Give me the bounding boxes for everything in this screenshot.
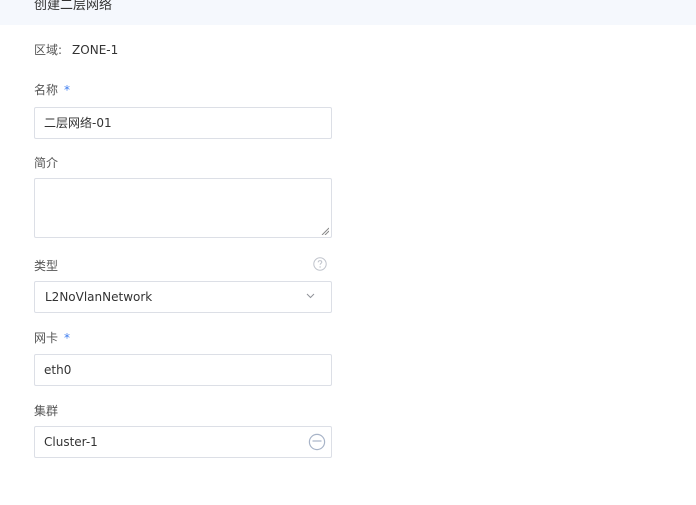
type-label: 类型: [34, 259, 59, 273]
nic-input[interactable]: eth0: [34, 354, 332, 386]
name-required-mark: *: [64, 83, 71, 97]
name-label: 名称: [34, 83, 59, 97]
cluster-label: 集群: [34, 404, 59, 418]
page-title: 创建二层网络: [34, 0, 113, 13]
name-input[interactable]: 二层网络-01: [34, 107, 332, 139]
cluster-picker[interactable]: Cluster-1: [34, 426, 332, 458]
type-select[interactable]: L2NoVlanNetwork: [34, 281, 332, 313]
question-circle-icon[interactable]: [313, 257, 327, 271]
cluster-value: Cluster-1: [44, 435, 98, 449]
name-input-value: 二层网络-01: [44, 116, 112, 130]
description-textarea[interactable]: [34, 178, 332, 238]
zone-row: 区域: ZONE-1: [34, 42, 118, 58]
nic-label: 网卡: [34, 331, 59, 345]
name-label-row: 名称 *: [34, 82, 70, 98]
nic-input-value: eth0: [44, 363, 72, 377]
minus-circle-icon[interactable]: [308, 433, 326, 451]
zone-value: ZONE-1: [72, 43, 119, 57]
dialog-header: 创建二层网络: [0, 0, 696, 25]
nic-required-mark: *: [64, 331, 71, 345]
zone-label: 区域:: [34, 43, 63, 57]
type-select-value: L2NoVlanNetwork: [45, 290, 153, 304]
chevron-down-icon: [306, 293, 315, 299]
description-label: 简介: [34, 156, 59, 170]
nic-label-row: 网卡 *: [34, 330, 70, 346]
resize-grip-icon[interactable]: [321, 227, 329, 235]
